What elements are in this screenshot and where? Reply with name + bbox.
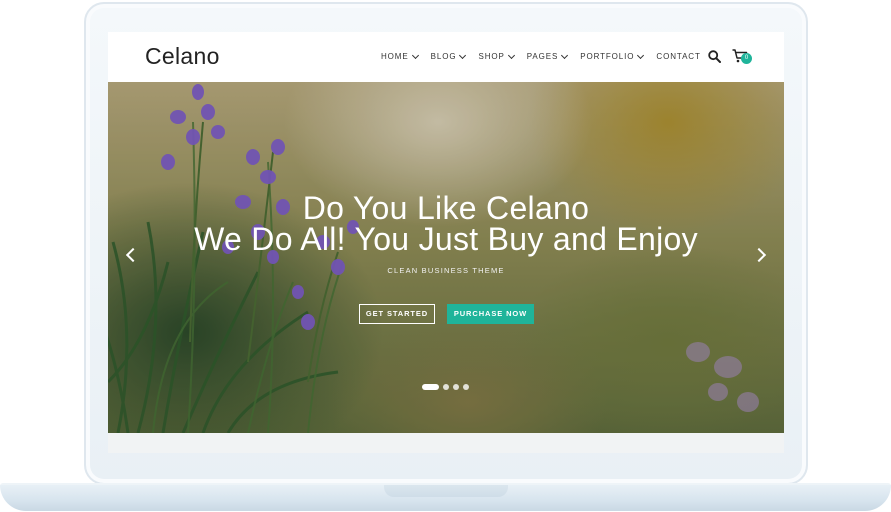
chevron-down-icon xyxy=(637,51,645,59)
purchase-now-button[interactable]: PURCHASE NOW xyxy=(447,304,534,324)
laptop-notch xyxy=(384,485,508,497)
nav-item-label: CONTACT xyxy=(656,52,701,61)
slider-pagination xyxy=(422,384,469,390)
nav-item-portfolio[interactable]: PORTFOLIO xyxy=(580,51,645,61)
hero-title-line-2: We Do All! You Just Buy and Enjoy xyxy=(194,221,698,257)
hero-subtitle: CLEAN BUSINESS THEME xyxy=(387,266,505,275)
below-fold-strip xyxy=(108,433,784,453)
slider-dot[interactable] xyxy=(463,384,469,390)
site-header: Celano HOME BLOG SHOP PAGES PORTFOLIO CO… xyxy=(108,32,784,82)
nav-item-label: BLOG xyxy=(430,52,457,61)
chevron-down-icon xyxy=(507,51,515,59)
nav-item-home[interactable]: HOME xyxy=(381,51,419,61)
nav-item-label: HOME xyxy=(381,52,409,61)
chevron-down-icon xyxy=(561,51,569,59)
nav-item-blog[interactable]: BLOG xyxy=(430,51,467,61)
nav-item-label: SHOP xyxy=(478,52,505,61)
nav-item-contact[interactable]: CONTACT xyxy=(656,52,700,61)
cart-count-badge: 0 xyxy=(741,53,752,64)
hero-slider: Do You Like Celano We Do All! You Just B… xyxy=(108,82,784,433)
slider-dot[interactable] xyxy=(443,384,449,390)
nav-item-shop[interactable]: SHOP xyxy=(478,51,515,61)
get-started-button[interactable]: GET STARTED xyxy=(359,304,435,324)
chevron-down-icon xyxy=(411,51,419,59)
laptop-screen: Celano HOME BLOG SHOP PAGES PORTFOLIO CO… xyxy=(108,32,784,453)
search-icon[interactable] xyxy=(708,50,721,63)
site-logo[interactable]: Celano xyxy=(145,43,220,70)
chevron-down-icon xyxy=(459,51,467,59)
nav-item-label: PORTFOLIO xyxy=(580,52,635,61)
slider-dot[interactable] xyxy=(453,384,459,390)
nav-item-label: PAGES xyxy=(526,52,559,61)
slider-dot[interactable] xyxy=(422,384,439,390)
main-nav: HOME BLOG SHOP PAGES PORTFOLIO CONTACT xyxy=(381,51,714,61)
nav-item-pages[interactable]: PAGES xyxy=(526,51,569,61)
